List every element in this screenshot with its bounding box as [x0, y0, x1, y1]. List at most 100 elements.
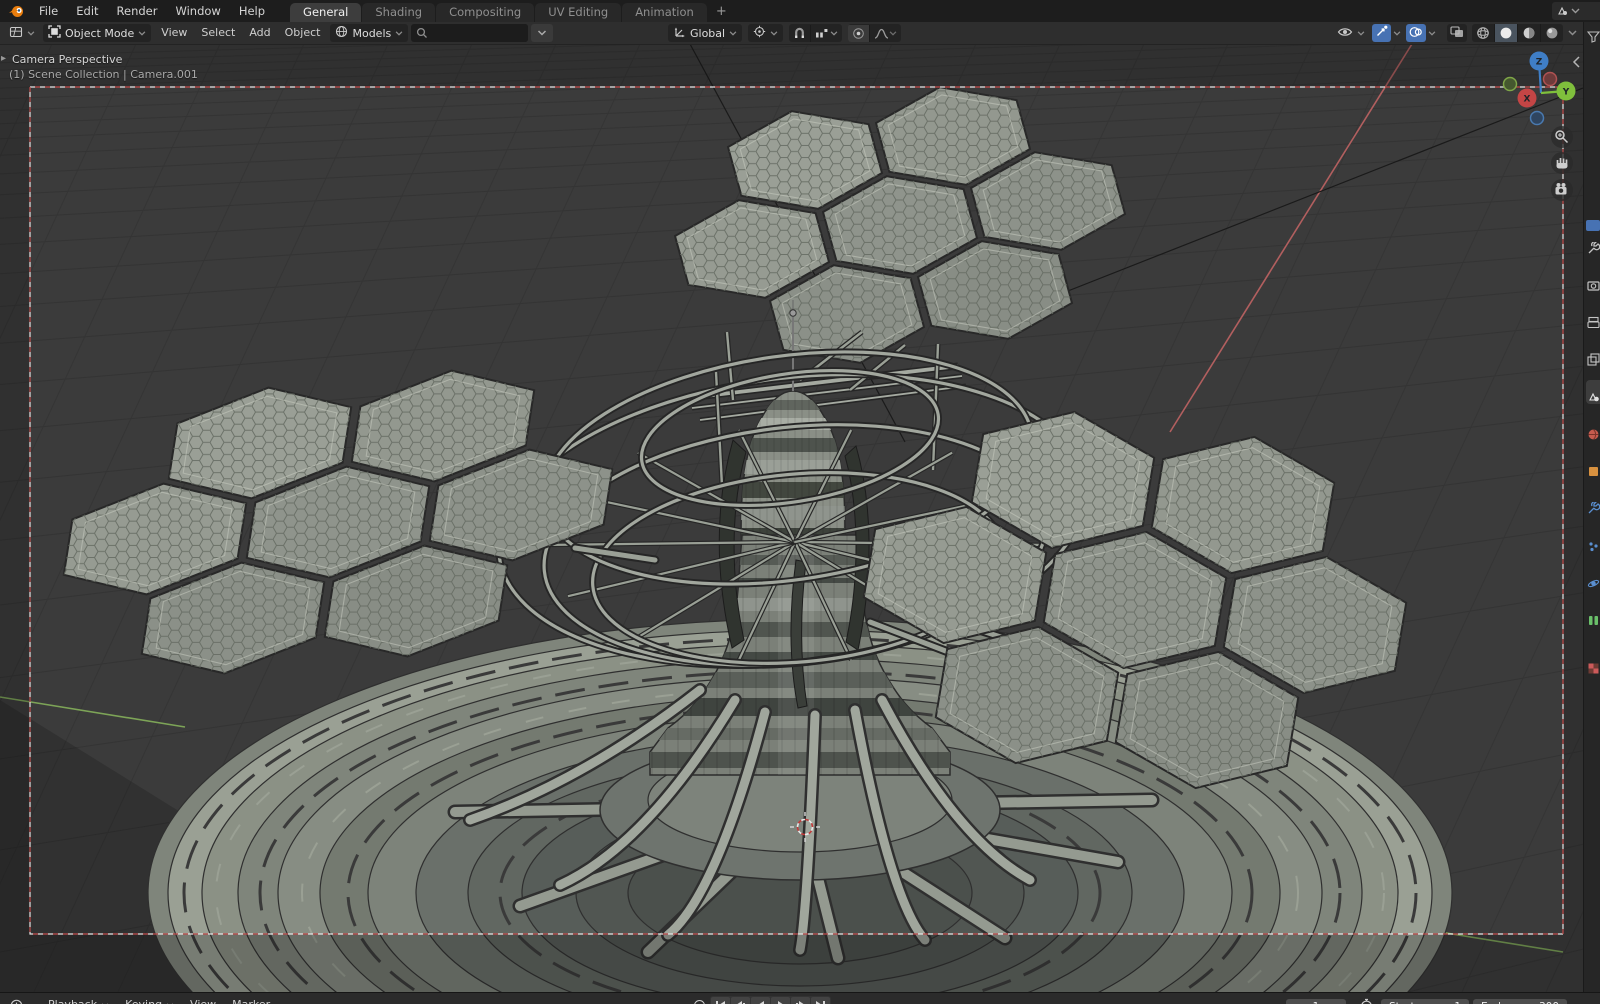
mode-selector[interactable]: Object Mode: [43, 24, 151, 42]
proportional-edit-controls: [848, 24, 901, 42]
menu-render[interactable]: Render: [108, 0, 167, 22]
timeline-menu-marker[interactable]: Marker: [224, 993, 278, 1004]
current-frame-field[interactable]: 1: [1286, 999, 1346, 1004]
asset-browser-button[interactable]: Models: [330, 24, 408, 42]
tab-physics[interactable]: [1587, 575, 1600, 589]
chevron-down-icon[interactable]: [1393, 31, 1401, 36]
tab-compositing[interactable]: Compositing: [436, 3, 534, 22]
tab-render[interactable]: [1587, 277, 1600, 291]
pivot-point-button[interactable]: [748, 24, 783, 42]
3d-viewport[interactable]: ZYX ▸ Camera Perspective (1) Scene Colle…: [0, 44, 1583, 992]
asset-browser-label: Models: [352, 27, 391, 40]
playback-controls: [710, 996, 831, 1004]
stopwatch-icon[interactable]: [1360, 997, 1373, 1004]
start-label: Start: [1389, 999, 1415, 1004]
overlays-toggle[interactable]: [1406, 24, 1426, 42]
shading-rendered-icon[interactable]: [1540, 24, 1563, 42]
xray-toggle[interactable]: [1447, 24, 1467, 42]
tab-particles[interactable]: [1587, 538, 1600, 552]
gizmo-axis-neg-y[interactable]: [1504, 78, 1517, 91]
viewport-menu-select[interactable]: Select: [194, 22, 242, 44]
viewport-menu-add[interactable]: Add: [242, 22, 277, 44]
add-workspace-button[interactable]: +: [708, 3, 735, 22]
scene-icon: [1556, 2, 1568, 21]
properties-filter-icon[interactable]: [1587, 28, 1600, 42]
viewport-nav-buttons: [1551, 126, 1573, 201]
tab-modifiers[interactable]: [1587, 500, 1600, 514]
play-reverse-button[interactable]: [751, 997, 770, 1004]
tab-constraints[interactable]: [1587, 612, 1600, 626]
magnet-icon[interactable]: [789, 25, 810, 42]
menu-edit[interactable]: Edit: [67, 0, 107, 22]
viewport-menu-view[interactable]: View: [154, 22, 194, 44]
context-path-label: (1) Scene Collection | Camera.001: [9, 68, 198, 81]
tab-world[interactable]: [1587, 426, 1600, 440]
transform-orientation-button[interactable]: Global: [668, 24, 742, 42]
search-input[interactable]: [428, 24, 528, 42]
tab-shading[interactable]: Shading: [362, 3, 435, 22]
jump-start-button[interactable]: [711, 997, 730, 1004]
properties-scroll-indicator: [1586, 220, 1600, 231]
gizmo-axis-neg-z[interactable]: [1531, 112, 1544, 125]
tab-tool[interactable]: [1587, 240, 1600, 254]
menu-window[interactable]: Window: [166, 0, 229, 22]
blender-window: FileEditRenderWindowHelp GeneralShadingC…: [0, 0, 1600, 1004]
shading-mode-switch: [1472, 24, 1563, 42]
gizmos-toggle[interactable]: [1372, 24, 1391, 42]
play-button[interactable]: [771, 997, 790, 1004]
tab-uv-editing[interactable]: UV Editing: [535, 3, 621, 22]
end-label: End: [1481, 999, 1501, 1004]
search-icon: [416, 24, 428, 43]
viewport-header: Object Mode ViewSelectAddObject Models G…: [0, 22, 1583, 45]
record-icon[interactable]: [694, 1000, 705, 1004]
chevron-down-icon: [99, 993, 117, 1004]
tab-output[interactable]: [1587, 314, 1600, 328]
tab-general[interactable]: General: [290, 3, 361, 22]
frame-end-field[interactable]: End 300: [1473, 999, 1567, 1004]
scene-selector[interactable]: [1552, 2, 1600, 20]
editor-type-button[interactable]: [4, 24, 40, 42]
timeline-menu-view[interactable]: View: [182, 993, 224, 1004]
object-visibility-button[interactable]: [1335, 24, 1367, 42]
frame-start-field[interactable]: Start 1: [1381, 999, 1469, 1004]
snap-controls: [789, 24, 842, 42]
current-frame-value: 1: [1313, 999, 1320, 1004]
blender-logo-icon[interactable]: [6, 2, 26, 20]
menu-help[interactable]: Help: [230, 0, 274, 22]
timeline-menu-playback[interactable]: Playback: [40, 993, 99, 1004]
xray-icon: [1450, 26, 1464, 41]
chevron-down-icon: [138, 31, 146, 36]
gizmo-axis-neg-x[interactable]: [1544, 73, 1557, 86]
gizmo-label-y: Y: [1562, 88, 1570, 98]
tab-object[interactable]: [1587, 463, 1600, 477]
chevron-down-icon[interactable]: [1428, 31, 1436, 36]
proportional-edit-icon[interactable]: [848, 25, 869, 42]
snap-target-button[interactable]: [810, 25, 842, 42]
chevron-down-icon[interactable]: [1568, 30, 1577, 36]
timeline-menu-keying[interactable]: Keying: [117, 993, 164, 1004]
timeline-menus: Playback Keying ViewMarker: [40, 993, 278, 1004]
jump-end-button[interactable]: [811, 997, 830, 1004]
falloff-curve-button[interactable]: [869, 25, 901, 42]
gizmo-label-x: X: [1524, 95, 1531, 105]
workspace-tabs: GeneralShadingCompositingUV EditingAnima…: [290, 0, 735, 22]
collapse-button[interactable]: [531, 24, 553, 42]
prev-keyframe-button[interactable]: [731, 997, 750, 1004]
chevron-down-icon: [889, 31, 897, 36]
tab-scene[interactable]: [1587, 388, 1600, 402]
tab-texture[interactable]: [1587, 660, 1600, 674]
clock-icon: [10, 997, 23, 1004]
tab-view-layer[interactable]: [1587, 351, 1600, 365]
viewport-menu-object[interactable]: Object: [278, 22, 328, 44]
tab-animation[interactable]: Animation: [622, 3, 707, 22]
menu-file[interactable]: File: [30, 0, 67, 22]
chevron-down-icon: [537, 30, 547, 36]
toolbar-toggle-icon[interactable]: ▸: [1, 53, 6, 64]
zoom-button[interactable]: [1551, 126, 1573, 148]
viewport-canvas[interactable]: ZYX: [0, 44, 1583, 992]
shading-solid-icon[interactable]: [1494, 24, 1517, 42]
shading-wireframe-icon[interactable]: [1472, 24, 1494, 42]
timeline-editor-type-button[interactable]: [4, 997, 40, 1004]
shading-material-icon[interactable]: [1517, 24, 1540, 42]
next-keyframe-button[interactable]: [791, 997, 810, 1004]
